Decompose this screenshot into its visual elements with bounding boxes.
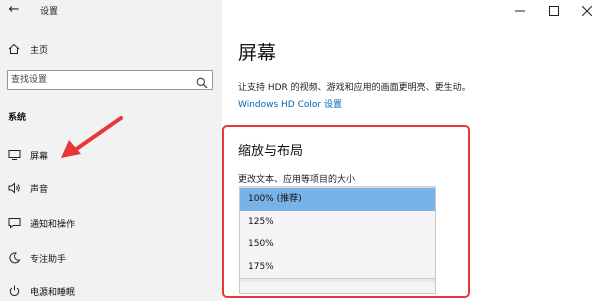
notification-icon bbox=[7, 216, 21, 230]
home-icon bbox=[7, 42, 21, 56]
monitor-icon bbox=[7, 148, 21, 162]
scale-option-100[interactable]: 100% (推荐) bbox=[240, 188, 435, 211]
maximize-icon[interactable] bbox=[547, 4, 561, 18]
section-label-system: 系统 bbox=[8, 113, 27, 123]
scale-layout-heading: 缩放与布局 bbox=[238, 144, 304, 159]
sidebar-item-label: 主页 bbox=[30, 45, 49, 56]
sidebar-item-label: 电源和睡眠 bbox=[30, 287, 76, 298]
sidebar-item-label: 通知和操作 bbox=[30, 219, 76, 230]
annotation-arrow-icon bbox=[61, 116, 123, 158]
window-title: 设置 bbox=[40, 7, 59, 17]
moon-icon bbox=[7, 251, 21, 265]
scale-option-175[interactable]: 175% bbox=[240, 256, 435, 279]
sidebar-item-label: 屏幕 bbox=[30, 151, 49, 162]
page-title: 屏幕 bbox=[238, 42, 277, 64]
minimize-icon[interactable] bbox=[513, 4, 527, 18]
sidebar-item-notifications[interactable]: 通知和操作 bbox=[0, 211, 222, 235]
sidebar-item-focus-assist[interactable]: 专注助手 bbox=[0, 246, 222, 270]
sidebar-item-label: 专注助手 bbox=[30, 254, 67, 265]
search-box[interactable] bbox=[7, 70, 213, 90]
close-icon[interactable] bbox=[580, 4, 594, 18]
speaker-icon bbox=[7, 181, 21, 195]
scale-dropdown-list[interactable]: 100% (推荐) 125% 150% 175% bbox=[239, 186, 436, 294]
scale-option-125[interactable]: 125% bbox=[240, 211, 435, 234]
search-icon[interactable] bbox=[196, 74, 208, 89]
sidebar-item-label: 声音 bbox=[30, 184, 49, 195]
back-arrow-icon[interactable]: ← bbox=[6, 2, 22, 18]
hdr-settings-link[interactable]: Windows HD Color 设置 bbox=[238, 97, 342, 110]
sidebar-item-home[interactable]: 主页 bbox=[0, 37, 222, 61]
hdr-description: 让支持 HDR 的视频、游戏和应用的画面更明亮、更生动。 bbox=[238, 83, 471, 93]
sidebar-item-sound[interactable]: 声音 bbox=[0, 176, 222, 200]
scale-option-150[interactable]: 150% bbox=[240, 233, 435, 256]
search-input[interactable] bbox=[11, 73, 191, 87]
sidebar-item-power-sleep[interactable]: 电源和睡眠 bbox=[0, 279, 222, 301]
power-icon bbox=[7, 284, 21, 298]
scale-field-label: 更改文本、应用等项目的大小 bbox=[238, 175, 356, 185]
scale-option-partial bbox=[240, 278, 435, 282]
